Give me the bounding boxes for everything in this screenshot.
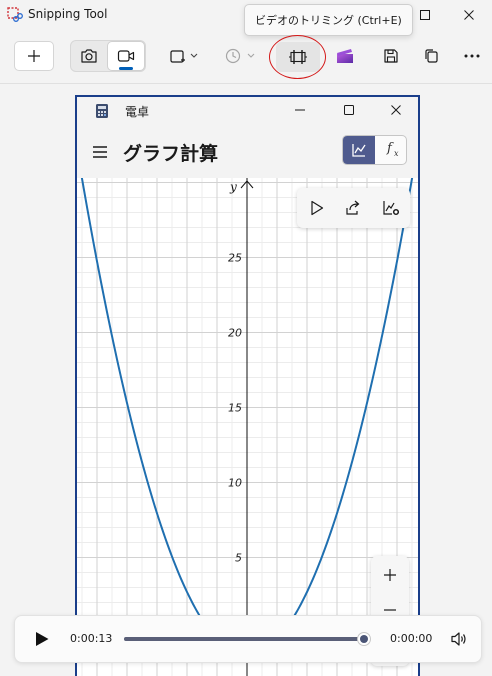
snip-shape-dropdown[interactable] xyxy=(164,41,204,71)
screenshot-mode-button[interactable] xyxy=(71,41,107,71)
camera-icon xyxy=(81,49,97,63)
y-axis-label: y xyxy=(229,180,237,194)
maximize-icon xyxy=(420,10,430,20)
close-button[interactable] xyxy=(446,0,492,30)
end-time: 0:00:00 xyxy=(390,632,433,645)
graph-icon xyxy=(352,144,366,157)
video-camera-icon xyxy=(117,50,135,62)
zoom-in-icon[interactable] xyxy=(383,568,397,582)
graph-canvas: y 25 20 15 10 5 xyxy=(77,178,418,676)
seek-progress xyxy=(124,637,364,641)
calculator-window-title: 電卓 xyxy=(125,105,150,119)
function-subscript: x xyxy=(394,149,399,158)
y-tick-label: 10 xyxy=(228,477,242,490)
graph-view-button[interactable] xyxy=(343,136,375,164)
y-tick-label: 5 xyxy=(235,552,242,565)
delay-dropdown[interactable] xyxy=(220,41,260,71)
save-button[interactable] xyxy=(371,41,411,71)
function-label: f xyxy=(387,141,392,156)
highlight-annotation xyxy=(269,35,326,79)
graph-tools-panel xyxy=(297,188,410,228)
new-button[interactable] xyxy=(14,41,54,71)
copy-button[interactable] xyxy=(411,41,451,71)
clipchamp-button[interactable] xyxy=(325,41,365,71)
close-icon[interactable] xyxy=(390,104,402,116)
save-icon xyxy=(384,49,398,63)
selected-mode-indicator xyxy=(119,67,133,70)
calculator-mode-heading: グラフ計算 xyxy=(123,143,219,165)
y-tick-label: 15 xyxy=(228,402,242,415)
trim-tooltip: ビデオのトリミング (Ctrl+E) xyxy=(244,4,413,36)
share-icon[interactable] xyxy=(345,200,361,216)
graph-plot-area[interactable]: y 25 20 15 10 5 xyxy=(77,178,418,676)
y-tick-label: 20 xyxy=(228,327,242,340)
snipping-tool-logo xyxy=(7,7,23,22)
seek-thumb-center xyxy=(359,635,368,643)
minimize-icon[interactable] xyxy=(294,104,306,116)
graph-settings-icon[interactable] xyxy=(382,200,400,216)
app-title: Snipping Tool xyxy=(28,7,108,21)
play-icon[interactable] xyxy=(34,631,50,647)
current-time: 0:00:13 xyxy=(70,632,113,645)
volume-icon[interactable] xyxy=(450,631,468,647)
close-icon xyxy=(464,10,474,20)
y-tick-label: 25 xyxy=(228,252,242,265)
clipchamp-icon xyxy=(337,49,353,63)
more-icon xyxy=(464,54,480,58)
copy-icon xyxy=(425,49,438,63)
select-cursor-icon[interactable] xyxy=(309,200,325,216)
hamburger-menu-icon[interactable] xyxy=(92,145,108,159)
more-options-button[interactable] xyxy=(452,41,492,71)
function-view-button[interactable]: f x xyxy=(376,136,406,164)
plus-icon xyxy=(28,50,40,62)
clock-icon xyxy=(225,48,255,64)
maximize-icon[interactable] xyxy=(343,104,355,116)
rectangle-snip-icon xyxy=(170,50,198,63)
calculator-app-icon xyxy=(96,104,108,118)
